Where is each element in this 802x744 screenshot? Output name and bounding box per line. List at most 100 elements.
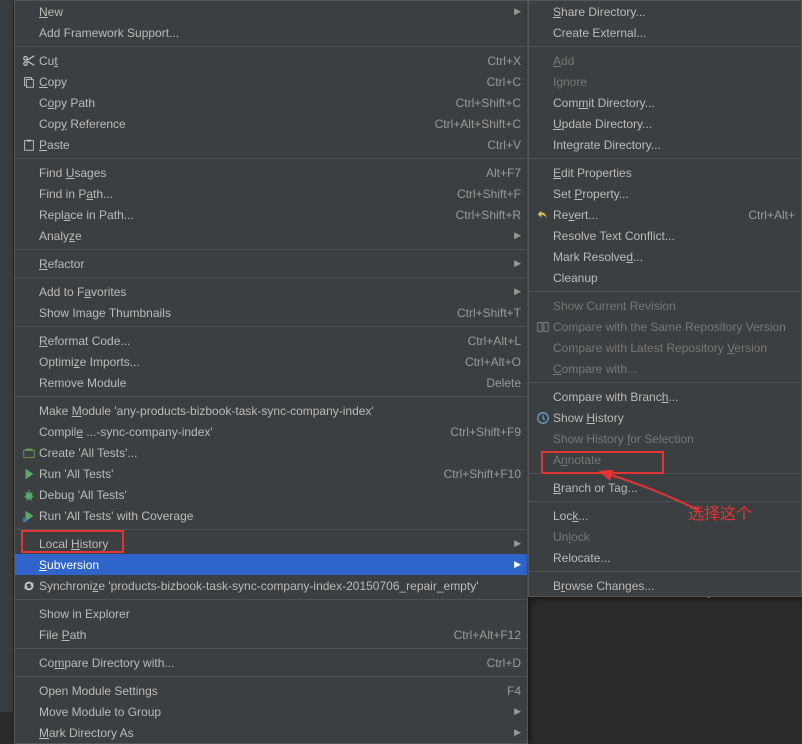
right_menu-item[interactable]: Share Directory...	[529, 1, 801, 22]
menu-item-label: Replace in Path...	[39, 208, 444, 222]
menu-item-label: Compare with...	[553, 362, 795, 376]
menu-item-label: Show Current Revision	[553, 299, 795, 313]
ide-leftbar	[0, 0, 14, 712]
menu-item-label: Compare with Branch...	[553, 390, 795, 404]
right_menu-item[interactable]: Relocate...	[529, 547, 801, 568]
menu-separator	[15, 599, 527, 600]
sync-icon	[19, 579, 39, 593]
menu-item-label: Set Property...	[553, 187, 795, 201]
right_menu-item[interactable]: Resolve Text Conflict...	[529, 225, 801, 246]
menu-item-label: Share Directory...	[553, 5, 795, 19]
left_menu-item[interactable]: Local History▶	[15, 533, 527, 554]
right_menu-item[interactable]: Browse Changes...	[529, 575, 801, 596]
menu-item-label: Show Image Thumbnails	[39, 306, 445, 320]
menu-item-shortcut: Ctrl+V	[487, 138, 521, 152]
left_menu-item[interactable]: Debug 'All Tests'	[15, 484, 527, 505]
left_menu-item[interactable]: Find UsagesAlt+F7	[15, 162, 527, 183]
right_menu-item[interactable]: Edit Properties	[529, 162, 801, 183]
left_menu-item[interactable]: Compile ...-sync-company-index'Ctrl+Shif…	[15, 421, 527, 442]
right_menu-item[interactable]: Show Current Revision	[529, 295, 801, 316]
create-icon	[19, 446, 39, 460]
left_menu-item[interactable]: Copy ReferenceCtrl+Alt+Shift+C	[15, 113, 527, 134]
right_menu-item[interactable]: Compare with Branch...	[529, 386, 801, 407]
left_menu-item[interactable]: Make Module 'any-products-bizbook-task-s…	[15, 400, 527, 421]
right_menu-item[interactable]: Compare with Latest Repository Version	[529, 337, 801, 358]
right_menu-item[interactable]: Commit Directory...	[529, 92, 801, 113]
right_menu-item[interactable]: Unlock	[529, 526, 801, 547]
menu-item-label: Open Module Settings	[39, 684, 495, 698]
right_menu-item[interactable]: Show History	[529, 407, 801, 428]
menu-item-label: Browse Changes...	[553, 579, 795, 593]
left_menu-item[interactable]: Reformat Code... Ctrl+Alt+L	[15, 330, 527, 351]
left_menu-item[interactable]: Subversion▶	[15, 554, 527, 575]
menu-item-label: Create External...	[553, 26, 795, 40]
right_menu-item[interactable]: Create External...	[529, 22, 801, 43]
annotation-text: 选择这个	[688, 500, 752, 524]
menu-item-label: Edit Properties	[553, 166, 795, 180]
left_menu-item[interactable]: Mark Directory As▶	[15, 722, 527, 743]
left_menu-item[interactable]: CopyCtrl+C	[15, 71, 527, 92]
menu-separator	[529, 158, 801, 159]
menu-item-label: Compare with Latest Repository Version	[553, 341, 795, 355]
right_menu-item[interactable]: Mark Resolved...	[529, 246, 801, 267]
menu-item-shortcut: Ctrl+Shift+C	[456, 96, 521, 110]
left_menu-item[interactable]: Open Module Settings F4	[15, 680, 527, 701]
left_menu-item[interactable]: Copy PathCtrl+Shift+C	[15, 92, 527, 113]
left_menu-item[interactable]: Show Image ThumbnailsCtrl+Shift+T	[15, 302, 527, 323]
left_menu-item[interactable]: Replace in Path... Ctrl+Shift+R	[15, 204, 527, 225]
left_menu-item[interactable]: File PathCtrl+Alt+F12	[15, 624, 527, 645]
left_menu-item[interactable]: Optimize Imports...Ctrl+Alt+O	[15, 351, 527, 372]
right_menu-item[interactable]: Add	[529, 50, 801, 71]
menu-separator	[529, 571, 801, 572]
menu-item-label: Create 'All Tests'...	[39, 446, 521, 460]
menu-item-shortcut: Ctrl+Shift+F9	[450, 425, 521, 439]
right_menu-item[interactable]: Compare with the Same Repository Version	[529, 316, 801, 337]
left_menu-item[interactable]: Add to Favorites▶	[15, 281, 527, 302]
menu-item-label: Paste	[39, 138, 475, 152]
submenu-arrow-icon: ▶	[511, 286, 521, 297]
right_menu-item[interactable]: Cleanup	[529, 267, 801, 288]
menu-item-label: Relocate...	[553, 551, 795, 565]
right_menu-item[interactable]: Annotate	[529, 449, 801, 470]
left_menu-item[interactable]: Paste Ctrl+V	[15, 134, 527, 155]
menu-item-shortcut: Ctrl+Alt+L	[468, 334, 521, 348]
left_menu-item[interactable]: New▶	[15, 1, 527, 22]
right_menu-item[interactable]: Integrate Directory...	[529, 134, 801, 155]
right_menu-item[interactable]: Revert...Ctrl+Alt+	[529, 204, 801, 225]
debug-icon	[19, 488, 39, 502]
menu-item-shortcut: Ctrl+Alt+Shift+C	[435, 117, 521, 131]
left_menu-item[interactable]: Show in Explorer	[15, 603, 527, 624]
left_menu-item[interactable]: Run 'All Tests'Ctrl+Shift+F10	[15, 463, 527, 484]
left_menu-item[interactable]: Refactor▶	[15, 253, 527, 274]
right_menu-item[interactable]: Compare with...	[529, 358, 801, 379]
menu-item-shortcut: Delete	[486, 376, 521, 390]
menu-separator	[15, 326, 527, 327]
menu-separator	[529, 291, 801, 292]
left_menu-item[interactable]: CutCtrl+X	[15, 50, 527, 71]
left_menu-item[interactable]: Run 'All Tests' with Coverage	[15, 505, 527, 526]
menu-item-shortcut: Ctrl+C	[487, 75, 521, 89]
submenu-arrow-icon: ▶	[511, 258, 521, 269]
left_menu-item[interactable]: Find in Path...Ctrl+Shift+F	[15, 183, 527, 204]
menu-item-label: Reformat Code...	[39, 334, 456, 348]
left_menu-item[interactable]: Remove ModuleDelete	[15, 372, 527, 393]
right_menu-item[interactable]: Show History for Selection	[529, 428, 801, 449]
menu-item-label: Synchronize 'products-bizbook-task-sync-…	[39, 579, 521, 593]
submenu-arrow-icon: ▶	[511, 230, 521, 241]
menu-item-label: Commit Directory...	[553, 96, 795, 110]
left_menu-item[interactable]: Add Framework Support...	[15, 22, 527, 43]
left_menu-item[interactable]: Synchronize 'products-bizbook-task-sync-…	[15, 575, 527, 596]
right_menu-item[interactable]: Ignore	[529, 71, 801, 92]
left_menu-item[interactable]: Create 'All Tests'...	[15, 442, 527, 463]
menu-item-label: Show History	[553, 411, 795, 425]
submenu-arrow-icon: ▶	[511, 727, 521, 738]
menu-item-shortcut: Ctrl+Shift+R	[456, 208, 521, 222]
right_menu-item[interactable]: Update Directory...	[529, 113, 801, 134]
menu-separator	[529, 382, 801, 383]
menu-item-label: Update Directory...	[553, 117, 795, 131]
menu-item-label: Analyze	[39, 229, 511, 243]
menu-item-shortcut: F4	[507, 684, 521, 698]
left_menu-item[interactable]: Analyze▶	[15, 225, 527, 246]
left_menu-item[interactable]: Compare Directory with...Ctrl+D	[15, 652, 527, 673]
right_menu-item[interactable]: Set Property...	[529, 183, 801, 204]
